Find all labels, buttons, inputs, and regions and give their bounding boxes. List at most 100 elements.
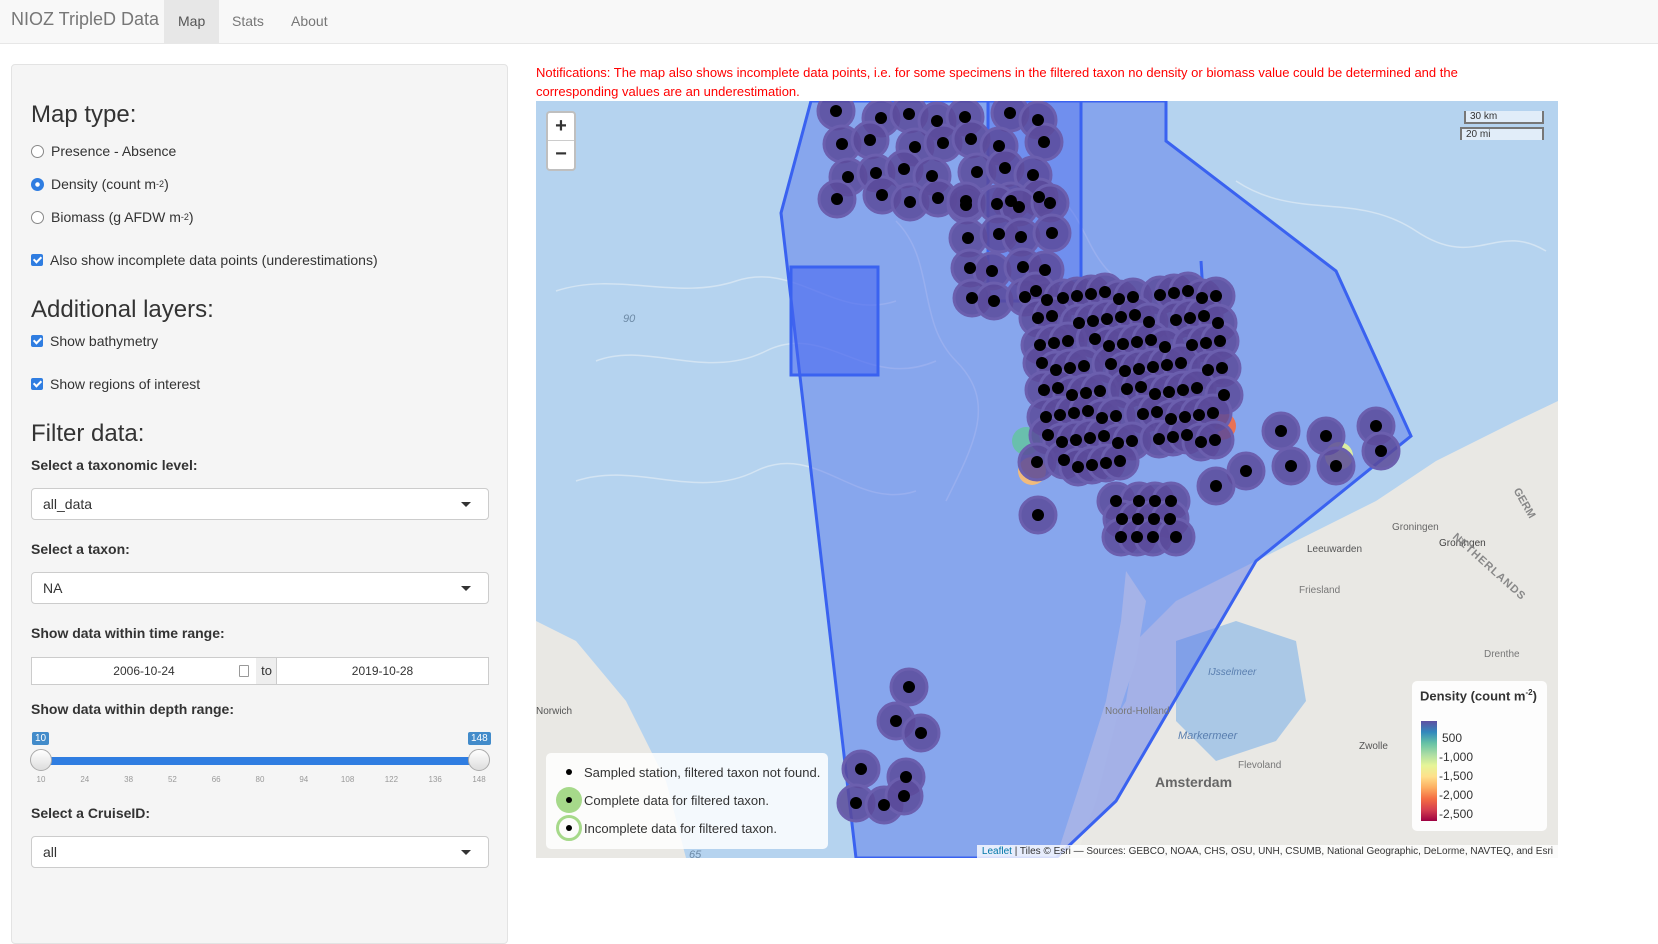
station-dot-marker[interactable]: [999, 162, 1011, 174]
station-dot-marker[interactable]: [1048, 337, 1060, 349]
station-dot-marker[interactable]: [1046, 227, 1058, 239]
station-dot-marker[interactable]: [937, 137, 949, 149]
leaflet-link[interactable]: Leaflet: [982, 846, 1012, 857]
station-dot-marker[interactable]: [831, 193, 843, 205]
station-dot-marker[interactable]: [1127, 291, 1139, 303]
station-dot-marker[interactable]: [1030, 285, 1042, 297]
depth-max-handle[interactable]: [468, 749, 490, 771]
station-dot-marker[interactable]: [966, 292, 978, 304]
station-dot-marker[interactable]: [1085, 288, 1097, 300]
station-dot-marker[interactable]: [1032, 509, 1044, 521]
tab-map[interactable]: Map: [164, 0, 220, 44]
station-dot-marker[interactable]: [1071, 290, 1083, 302]
station-dot-marker[interactable]: [1034, 339, 1046, 351]
station-dot-marker[interactable]: [1054, 409, 1066, 421]
checkbox-checked-icon[interactable]: [31, 254, 43, 266]
station-dot-marker[interactable]: [898, 790, 910, 802]
station-dot-marker[interactable]: [1285, 460, 1297, 472]
station-dot-marker[interactable]: [1168, 287, 1180, 299]
station-dot-marker[interactable]: [864, 134, 876, 146]
tab-stats[interactable]: Stats: [218, 0, 278, 44]
station-dot-marker[interactable]: [1191, 382, 1203, 394]
station-dot-marker[interactable]: [1062, 335, 1074, 347]
map-canvas[interactable]: [536, 101, 1558, 858]
station-dot-marker[interactable]: [1137, 408, 1149, 420]
station-dot-marker[interactable]: [1100, 457, 1112, 469]
station-dot-marker[interactable]: [903, 681, 915, 693]
station-dot-marker[interactable]: [909, 141, 921, 153]
station-dot-marker[interactable]: [960, 195, 972, 207]
station-dot-marker[interactable]: [991, 198, 1003, 210]
station-dot-marker[interactable]: [971, 166, 983, 178]
station-dot-marker[interactable]: [1210, 290, 1222, 302]
station-dot-marker[interactable]: [926, 170, 938, 182]
station-dot-marker[interactable]: [1041, 294, 1053, 306]
checkbox-checked-icon[interactable]: [31, 335, 43, 347]
station-dot-marker[interactable]: [1149, 388, 1161, 400]
station-dot-marker[interactable]: [993, 140, 1005, 152]
station-dot-marker[interactable]: [890, 715, 902, 727]
station-dot-marker[interactable]: [915, 727, 927, 739]
station-dot-marker[interactable]: [1154, 289, 1166, 301]
station-dot-marker[interactable]: [1052, 382, 1064, 394]
station-dot-marker[interactable]: [964, 262, 976, 274]
station-dot-marker[interactable]: [1121, 383, 1133, 395]
station-dot-marker[interactable]: [1114, 455, 1126, 467]
station-dot-marker[interactable]: [855, 763, 867, 775]
station-dot-marker[interactable]: [1163, 386, 1175, 398]
station-dot-marker[interactable]: [988, 295, 1000, 307]
depth-min-handle[interactable]: [30, 749, 52, 771]
tab-about[interactable]: About: [277, 0, 342, 44]
station-dot-marker[interactable]: [1080, 387, 1092, 399]
station-dot-marker[interactable]: [1212, 317, 1224, 329]
cruise-select[interactable]: all: [31, 836, 489, 868]
station-dot-marker[interactable]: [1164, 513, 1176, 525]
station-dot-marker[interactable]: [1165, 495, 1177, 507]
checkbox-checked-icon[interactable]: [31, 378, 43, 390]
station-dot-marker[interactable]: [1057, 292, 1069, 304]
station-dot-marker[interactable]: [876, 189, 888, 201]
station-dot-marker[interactable]: [1214, 335, 1226, 347]
station-dot-marker[interactable]: [1044, 197, 1056, 209]
station-dot-marker[interactable]: [1177, 384, 1189, 396]
station-dot-marker[interactable]: [1099, 286, 1111, 298]
station-dot-marker[interactable]: [1086, 459, 1098, 471]
checkbox-regions[interactable]: Show regions of interest: [31, 376, 200, 392]
station-dot-marker[interactable]: [993, 228, 1005, 240]
station-dot-marker[interactable]: [1143, 316, 1155, 328]
station-dot-marker[interactable]: [1135, 381, 1147, 393]
station-dot-marker[interactable]: [830, 105, 842, 117]
station-dot-marker[interactable]: [1132, 513, 1144, 525]
station-dot-marker[interactable]: [1117, 338, 1129, 350]
station-dot-marker[interactable]: [1066, 389, 1078, 401]
station-dot-marker[interactable]: [1032, 312, 1044, 324]
station-dot-marker[interactable]: [904, 196, 916, 208]
depth-slider-track[interactable]: [41, 757, 479, 765]
app-brand[interactable]: NIOZ TripleD Data: [11, 9, 159, 30]
station-dot-marker[interactable]: [1094, 385, 1106, 397]
station-dot-marker[interactable]: [1375, 445, 1387, 457]
station-dot-marker[interactable]: [1004, 107, 1016, 119]
map-container[interactable]: 90 65 Groningen Groningen NETHERLANDS GE…: [536, 101, 1558, 858]
station-dot-marker[interactable]: [850, 797, 862, 809]
station-dot-marker[interactable]: [1170, 314, 1182, 326]
station-dot-marker[interactable]: [1200, 337, 1212, 349]
checkbox-bathymetry[interactable]: Show bathymetry: [31, 333, 158, 349]
station-dot-marker[interactable]: [1216, 362, 1228, 374]
station-dot-marker[interactable]: [1209, 434, 1221, 446]
station-dot-marker[interactable]: [1167, 431, 1179, 443]
station-dot-marker[interactable]: [1131, 336, 1143, 348]
station-dot-marker[interactable]: [1064, 362, 1076, 374]
station-dot-marker[interactable]: [1151, 406, 1163, 418]
radio-icon[interactable]: [31, 144, 44, 158]
station-dot-marker[interactable]: [1129, 309, 1141, 321]
station-dot-marker[interactable]: [1330, 460, 1342, 472]
station-dot-marker[interactable]: [986, 265, 998, 277]
station-dot-marker[interactable]: [1370, 420, 1382, 432]
station-dot-marker[interactable]: [900, 771, 912, 783]
station-dot-marker[interactable]: [1113, 293, 1125, 305]
station-dot-marker[interactable]: [931, 115, 943, 127]
station-dot-marker[interactable]: [1096, 412, 1108, 424]
radio-biomass[interactable]: Biomass (g AFDW m -2): [31, 209, 194, 225]
station-dot-marker[interactable]: [1046, 310, 1058, 322]
